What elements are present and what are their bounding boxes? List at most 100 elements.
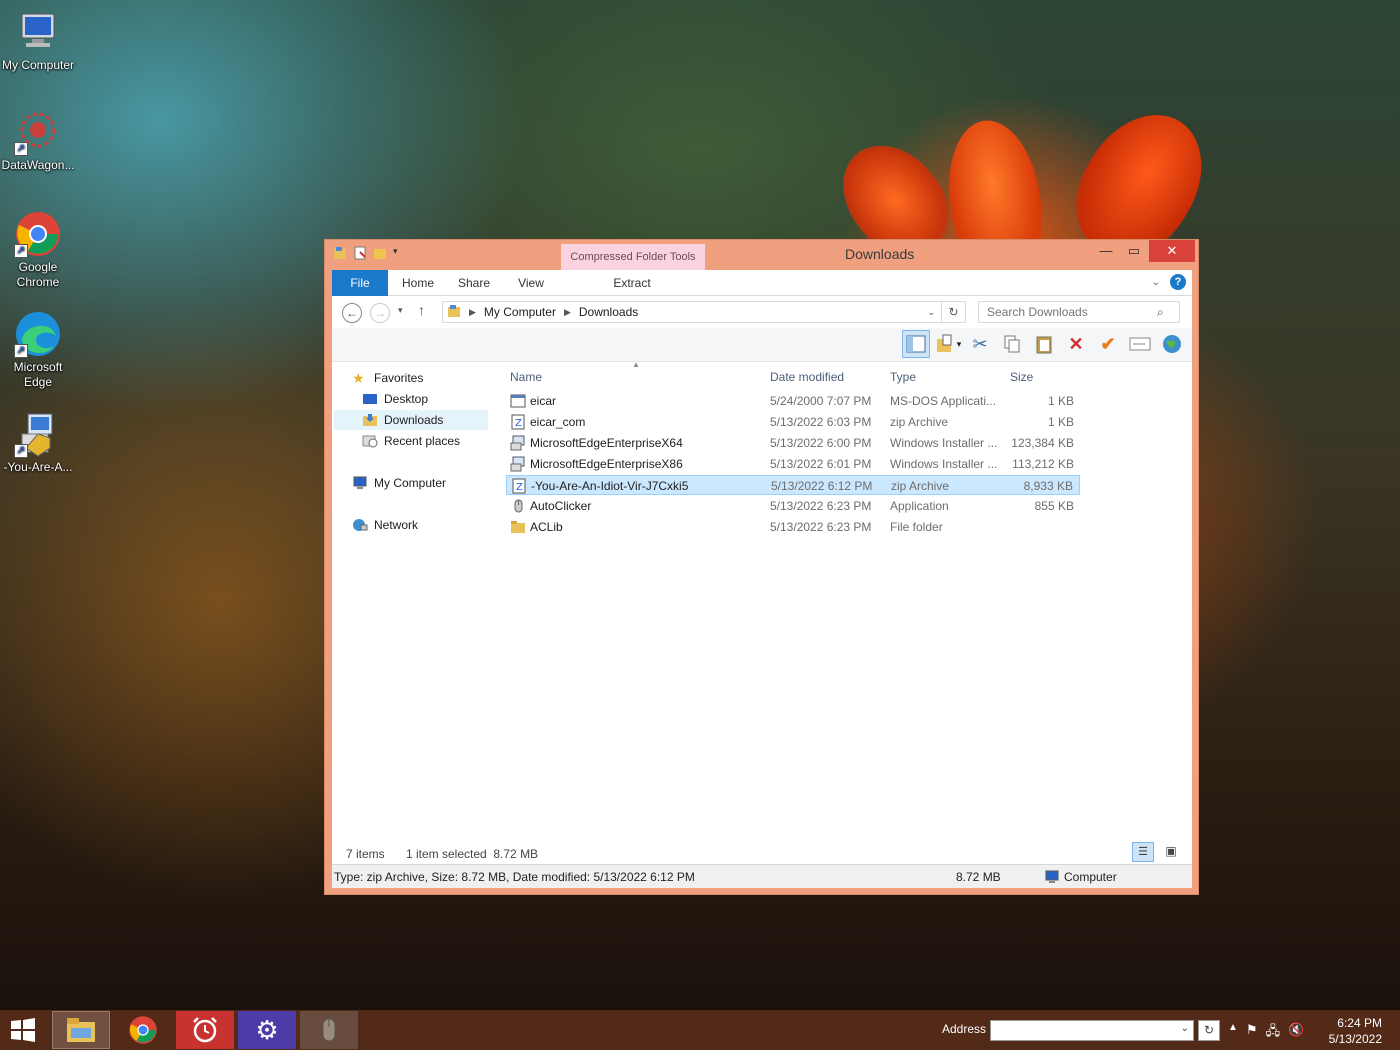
breadcrumb-my-computer[interactable]: My Computer [484, 305, 556, 319]
file-row-edge-x64[interactable]: MicrosoftEdgeEnterpriseX64 5/13/2022 6:0… [506, 433, 1080, 453]
installer-icon: ↗ [14, 410, 62, 458]
file-row-aclib[interactable]: ACLib 5/13/2022 6:23 PM File folder [506, 517, 1080, 537]
compressed-folder-tools-tab[interactable]: Compressed Folder Tools [561, 244, 705, 270]
file-row-autoclicker[interactable]: AutoClicker 5/13/2022 6:23 PM Applicatio… [506, 496, 1080, 516]
checkmark-icon[interactable]: ✔ [1094, 330, 1122, 358]
file-date: 5/13/2022 6:23 PM [770, 499, 872, 513]
status-bar: 7 items 1 item selected 8.72 MB ☰ ▣ [332, 840, 1192, 864]
desktop-icon-label: My Computer [1, 58, 75, 72]
minimize-button[interactable]: — [1095, 240, 1117, 262]
open-folder-icon[interactable]: ▾ [934, 330, 962, 358]
tab-home[interactable]: Home [394, 270, 442, 296]
address-toolbar-input[interactable] [991, 1021, 1171, 1039]
column-header-type[interactable]: Type [890, 370, 916, 384]
cut-icon[interactable]: ✂ [966, 330, 994, 358]
desktop-icon-chrome[interactable]: ↗ Google Chrome [0, 210, 76, 290]
desktop-icon-installer[interactable]: ↗ -You-Are-A... [0, 410, 76, 475]
column-header-size[interactable]: Size [1010, 370, 1033, 384]
nav-item-label: Network [374, 518, 419, 532]
file-type: File folder [890, 520, 943, 534]
tab-extract[interactable]: Extract [602, 270, 662, 296]
nav-item-network[interactable]: Network [352, 515, 418, 535]
rename-icon[interactable] [1126, 330, 1154, 358]
copy-icon[interactable] [998, 330, 1026, 358]
file-name: ACLib [530, 520, 563, 534]
recent-locations-chevron-icon[interactable]: ▾ [398, 305, 403, 316]
chevron-down-icon[interactable]: ⌄ [927, 307, 935, 318]
taskbar-alarm-button[interactable] [176, 1011, 234, 1049]
taskbar: ⚙ Address ⌄ ↻ ▲ ⚑ 🖧 🔇 6:24 PM 5/13/2022 [0, 1010, 1400, 1050]
clock[interactable]: 6:24 PM 5/13/2022 [1329, 1015, 1382, 1047]
refresh-button[interactable]: ↻ [942, 301, 966, 323]
desktop-icon-my-computer[interactable]: My Computer [0, 8, 76, 73]
tab-share[interactable]: Share [450, 270, 498, 296]
search-input[interactable] [987, 305, 1157, 319]
file-date: 5/24/2000 7:07 PM [770, 394, 872, 408]
forward-button[interactable]: → [370, 303, 390, 323]
delete-icon[interactable]: ✕ [1062, 330, 1090, 358]
paste-icon[interactable] [1030, 330, 1058, 358]
item-count: 7 items [346, 847, 385, 861]
address-go-button[interactable]: ↻ [1198, 1020, 1220, 1041]
chevron-down-icon[interactable]: ⌄ [1181, 1023, 1189, 1034]
file-row-eicar-com[interactable]: Z eicar_com 5/13/2022 6:03 PM zip Archiv… [506, 412, 1080, 432]
star-icon: ★ [352, 370, 365, 386]
taskbar-chrome-button[interactable] [114, 1011, 172, 1049]
up-arrow-icon[interactable]: ↑ [418, 302, 425, 318]
file-row-eicar[interactable]: eicar 5/24/2000 7:07 PM MS-DOS Applicati… [506, 391, 1080, 411]
properties-icon[interactable] [353, 246, 367, 260]
address-toolbar-box[interactable]: ⌄ [990, 1020, 1194, 1041]
desktop-icon-datawagon[interactable]: ↗ DataWagon... [0, 108, 76, 173]
nav-item-desktop[interactable]: Desktop [362, 389, 428, 409]
column-header-name[interactable]: Name [510, 370, 542, 384]
taskbar-settings-button[interactable]: ⚙ [238, 1011, 296, 1049]
column-header-date[interactable]: Date modified [770, 370, 844, 384]
computer-icon [1044, 870, 1060, 887]
globe-icon[interactable] [1158, 330, 1186, 358]
file-row-you-are-an-idiot[interactable]: Z -You-Are-An-Idiot-Vir-J7Cxki5 5/13/202… [506, 475, 1080, 495]
preview-pane-icon[interactable] [902, 330, 930, 358]
breadcrumb-downloads[interactable]: Downloads [579, 305, 638, 319]
folder-icon[interactable] [333, 246, 347, 260]
details-view-icon[interactable]: ☰ [1132, 842, 1154, 862]
start-button[interactable] [0, 1011, 46, 1049]
file-name: AutoClicker [530, 499, 592, 513]
taskbar-explorer-button[interactable] [52, 1011, 110, 1049]
new-folder-icon[interactable] [373, 246, 387, 260]
nav-item-favorites[interactable]: ★ Favorites [352, 368, 423, 388]
desktop-icon-edge[interactable]: ↗ Microsoft Edge [0, 310, 76, 390]
file-type: Application [890, 499, 949, 513]
large-icons-view-icon[interactable]: ▣ [1160, 842, 1182, 862]
search-box[interactable]: ⌕ [978, 301, 1180, 323]
taskbar-autoclicker-button[interactable] [300, 1011, 358, 1049]
quick-access-toolbar: ▾ [333, 246, 407, 260]
show-hidden-icons-icon[interactable]: ▲ [1228, 1022, 1238, 1044]
sort-ascending-icon: ▲ [632, 360, 640, 369]
nav-item-downloads[interactable]: Downloads [334, 410, 488, 430]
expand-ribbon-icon[interactable]: ⌄ [1152, 277, 1160, 288]
back-button[interactable]: ← [342, 303, 362, 323]
desktop-icon-label: -You-Are-A... [3, 460, 73, 474]
address-bar[interactable]: ▶ My Computer ▶ Downloads ⌄ [442, 301, 942, 323]
title-bar[interactable]: ▾ Compressed Folder Tools Downloads — ▭ … [325, 240, 1198, 270]
tab-view[interactable]: View [507, 270, 555, 296]
network-status-icon[interactable]: 🖧 [1266, 1022, 1281, 1044]
help-icon[interactable]: ? [1170, 274, 1186, 290]
action-center-flag-icon[interactable]: ⚑ [1246, 1022, 1258, 1044]
tab-file[interactable]: File [332, 270, 388, 296]
search-icon[interactable]: ⌕ [1157, 305, 1164, 320]
close-button[interactable]: ✕ [1149, 240, 1195, 262]
file-name: eicar [530, 394, 557, 408]
breadcrumb-separator-icon: ▶ [469, 306, 476, 317]
chevron-down-icon[interactable]: ▾ [393, 246, 407, 260]
maximize-button[interactable]: ▭ [1123, 240, 1145, 262]
svg-text:Z: Z [515, 418, 522, 429]
volume-muted-icon[interactable]: 🔇 [1288, 1022, 1304, 1044]
nav-item-label: Downloads [384, 413, 444, 427]
monitor-icon [14, 8, 62, 56]
file-type: zip Archive [890, 415, 949, 429]
nav-item-my-computer[interactable]: My Computer [352, 473, 446, 493]
nav-item-recent-places[interactable]: Recent places [362, 431, 460, 451]
file-row-edge-x86[interactable]: MicrosoftEdgeEnterpriseX86 5/13/2022 6:0… [506, 454, 1080, 474]
shortcut-arrow-icon: ↗ [14, 344, 28, 358]
